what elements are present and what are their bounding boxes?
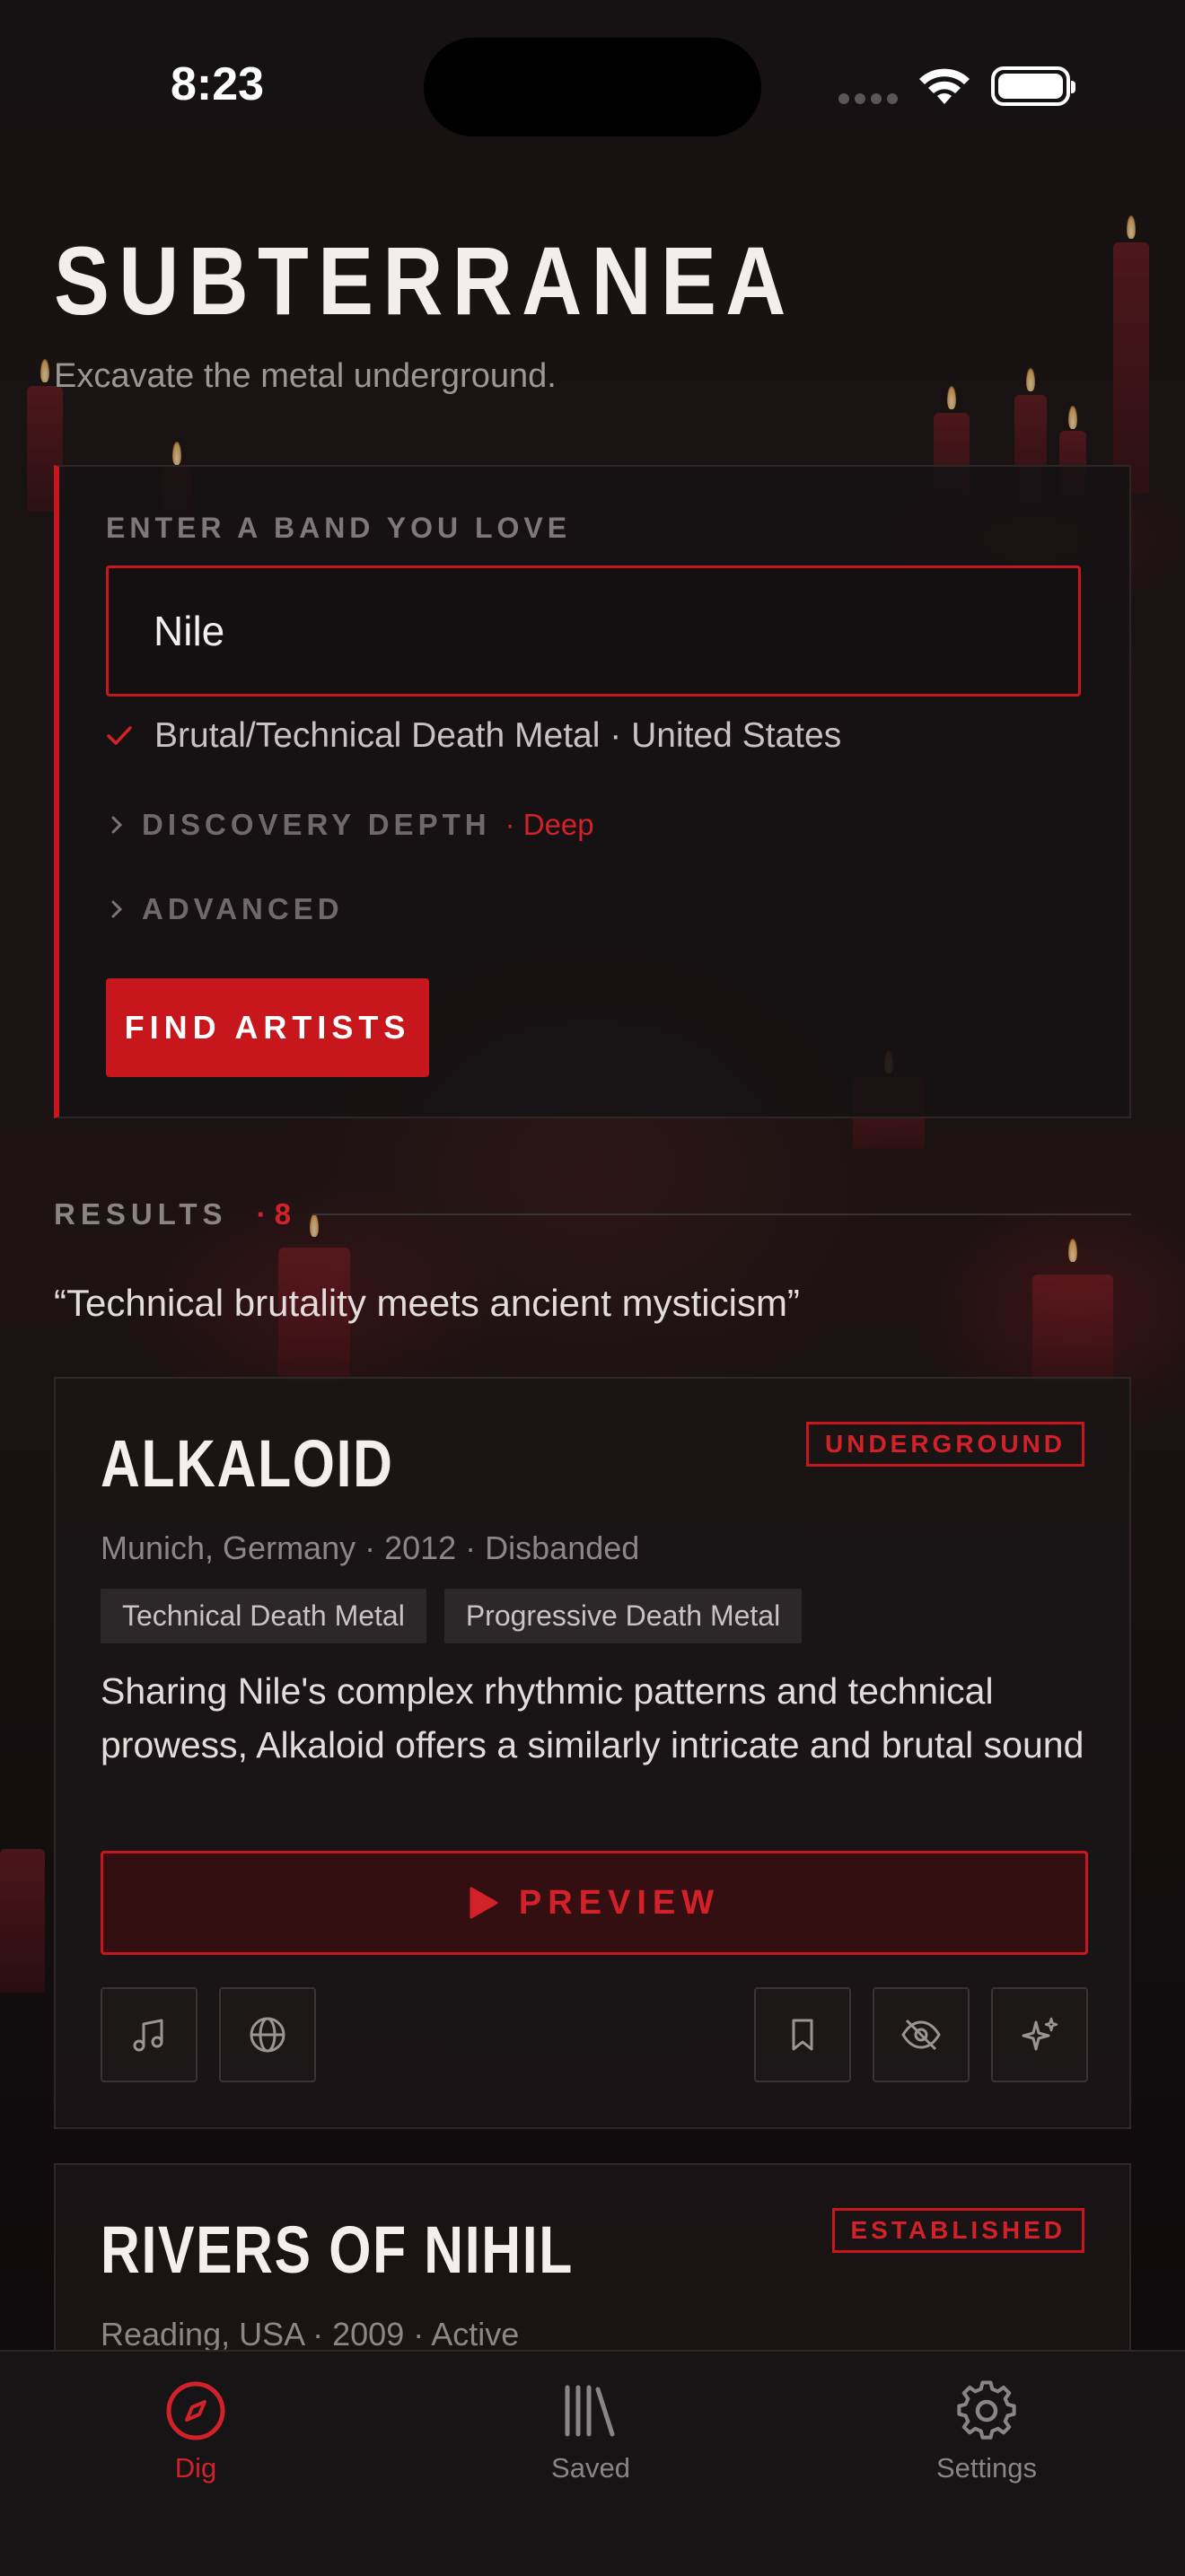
sparkles-icon [1022, 2017, 1058, 2051]
status-badge: ESTABLISHED [831, 2208, 1084, 2253]
discovery-depth-toggle[interactable]: DISCOVERY DEPTH · Deep [106, 808, 594, 842]
advanced-toggle[interactable]: ADVANCED [106, 892, 344, 926]
artist-card: ALKALOID UNDERGROUND Munich, Germany · 2… [54, 1377, 1131, 2129]
tab-label: Saved [551, 2452, 630, 2484]
discovery-depth-label: DISCOVERY DEPTH [142, 808, 491, 841]
tab-label: Dig [174, 2452, 217, 2484]
chevron-right-icon [111, 816, 123, 834]
hide-button[interactable] [873, 1987, 970, 2082]
wifi-icon [919, 68, 970, 104]
genre-tag: Technical Death Metal [101, 1589, 426, 1643]
tab-label: Settings [935, 2452, 1037, 2484]
app-subtitle: Excavate the metal underground. [54, 357, 557, 395]
discovery-depth-value: · Deep [505, 808, 594, 841]
eye-off-icon [901, 2019, 941, 2051]
dynamic-island [424, 38, 761, 136]
artist-name: ALKALOID [101, 1426, 394, 1501]
bookmark-icon [792, 2019, 813, 2051]
results-header: RESULTS · 8 [54, 1197, 1131, 1231]
tab-dig[interactable]: Dig [61, 2379, 330, 2484]
globe-icon [250, 2017, 285, 2053]
checkmark-icon [107, 726, 132, 745]
status-badge: UNDERGROUND [806, 1422, 1084, 1467]
band-input-label: ENTER A BAND YOU LOVE [106, 512, 572, 544]
genre-tag: Progressive Death Metal [443, 1589, 803, 1643]
tab-saved[interactable]: Saved [456, 2379, 725, 2484]
gear-icon [957, 2380, 1016, 2440]
band-match-info: Brutal/Technical Death Metal · United St… [106, 716, 841, 756]
tab-bar: Dig Saved Settings [0, 2350, 1185, 2576]
divider [312, 1214, 1131, 1215]
play-icon [470, 1887, 498, 1919]
artist-name: RIVERS OF NIHIL [101, 2212, 574, 2287]
battery-icon [991, 66, 1075, 106]
preview-label: PREVIEW [518, 1883, 721, 1922]
artist-meta: Reading, USA · 2009 · Active [101, 2316, 520, 2353]
status-time: 8:23 [171, 58, 265, 110]
tab-settings[interactable]: Settings [852, 2379, 1121, 2484]
results-label: RESULTS [54, 1197, 228, 1231]
similar-button[interactable] [991, 1987, 1088, 2082]
search-panel: ENTER A BAND YOU LOVE Brutal/Technical D… [54, 465, 1131, 1118]
artist-description: Sharing Nile's complex rhythmic patterns… [101, 1670, 1084, 1766]
compass-icon [166, 2381, 225, 2440]
music-link-button[interactable] [101, 1987, 198, 2082]
band-match-text: Brutal/Technical Death Metal · United St… [154, 716, 842, 755]
chevron-right-icon [111, 900, 123, 918]
website-link-button[interactable] [219, 1987, 316, 2082]
advanced-label: ADVANCED [142, 892, 344, 925]
preview-button[interactable]: PREVIEW [101, 1851, 1088, 1955]
music-note-icon [133, 2019, 163, 2052]
genre-tags: Technical Death Metal Progressive Death … [101, 1589, 803, 1643]
results-tagline: “Technical brutality meets ancient mysti… [54, 1282, 800, 1324]
find-artists-button[interactable]: FIND ARTISTS [106, 978, 429, 1077]
library-icon [565, 2385, 615, 2437]
save-button[interactable] [754, 1987, 851, 2082]
artist-meta: Munich, Germany · 2012 · Disbanded [101, 1529, 640, 1566]
band-search-input[interactable] [106, 565, 1081, 697]
status-bar: 8:23 [0, 0, 1185, 171]
signal-icon [838, 93, 898, 104]
results-count: · 8 [256, 1197, 292, 1231]
app-title: SUBTERRANEA [54, 226, 795, 335]
